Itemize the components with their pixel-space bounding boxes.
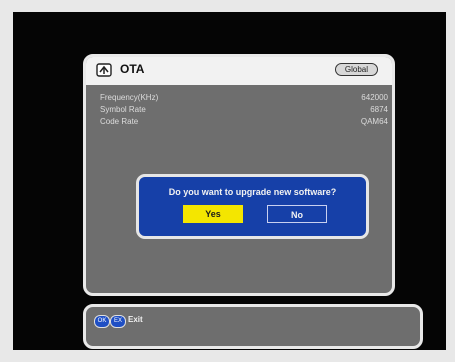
info-row-symbol-rate: Symbol Rate 6874 [100, 105, 388, 117]
upgrade-message: Do you want to upgrade new software? [168, 187, 337, 197]
ota-title: OTA [120, 62, 145, 76]
signal-info-list: Frequency(KHz) 642000 Symbol Rate 6874 C… [100, 93, 388, 129]
global-badge: Global [334, 63, 378, 76]
help-bar: OK EX Exit [83, 304, 423, 349]
code-rate-value: QAM64 [360, 117, 388, 126]
exit-hint: Exit [128, 315, 143, 324]
ota-panel-header: OTA Global [86, 57, 392, 85]
info-row-code-rate: Code Rate QAM64 [100, 117, 388, 129]
symbol-rate-value: 6874 [370, 105, 388, 114]
frequency-label: Frequency(KHz) [100, 93, 159, 102]
yes-button[interactable]: Yes [183, 205, 243, 223]
info-row-frequency: Frequency(KHz) 642000 [100, 93, 388, 105]
code-rate-label: Code Rate [100, 117, 139, 126]
exit-key-icon: EX [110, 315, 126, 328]
upgrade-dialog: Do you want to upgrade new software? Yes… [136, 174, 369, 239]
ok-key-icon: OK [94, 315, 110, 328]
tv-screen: OTA Global Frequency(KHz) 642000 Symbol … [13, 12, 446, 350]
symbol-rate-label: Symbol Rate [100, 105, 146, 114]
ota-icon [96, 63, 112, 77]
frequency-value: 642000 [361, 93, 388, 102]
no-button[interactable]: No [267, 205, 327, 223]
